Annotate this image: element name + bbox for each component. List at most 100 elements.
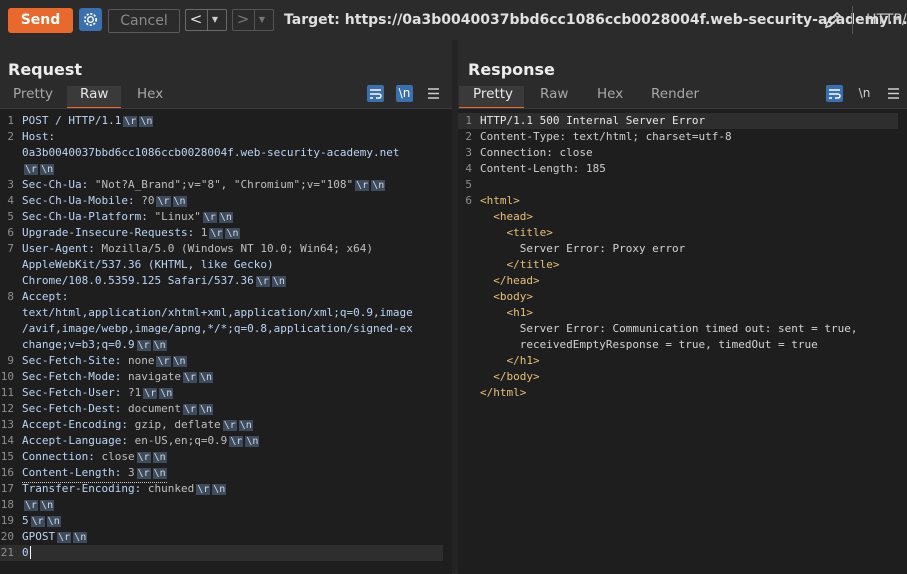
- request-panel: Request Pretty Raw Hex \n 1 POST / HTTP/1…: [0, 40, 452, 574]
- response-line-code: <head>: [480, 210, 533, 223]
- crlf-marker: \n: [152, 340, 167, 351]
- header-name: Accept-Language:: [22, 434, 128, 447]
- newline-icon[interactable]: \n: [396, 85, 413, 102]
- request-line: 1 POST / HTTP/1.1 \r \n: [0, 113, 443, 129]
- crlf-marker: \r: [136, 468, 151, 479]
- menu-icon[interactable]: [425, 85, 442, 102]
- header-name: Sec-Ch-Ua-Platform:: [22, 210, 148, 223]
- menu-icon[interactable]: [885, 85, 902, 102]
- forward-button-group[interactable]: > ▼: [232, 9, 274, 31]
- request-line: AppleWebKit/537.36 (KHTML, like Gecko): [0, 257, 443, 273]
- request-line: 14 Accept-Language: en-US,en;q=0.9 \r \n: [0, 433, 443, 449]
- request-line-code: AppleWebKit/537.36 (KHTML, like Gecko): [22, 257, 274, 273]
- crlf-marker: \r: [143, 388, 158, 399]
- crlf-marker: \r: [136, 340, 151, 351]
- header-value: 1: [194, 226, 208, 239]
- response-tab-raw[interactable]: Raw: [540, 86, 568, 102]
- response-title: Response: [468, 60, 555, 79]
- request-line-code: Accept:: [22, 289, 68, 305]
- forward-button[interactable]: >: [233, 10, 253, 30]
- request-line: 0a3b0040037bbd6cc1086ccb0028004f.web-sec…: [0, 145, 443, 161]
- response-line-code: <title>: [480, 226, 553, 239]
- header-value: Mozilla/5.0 (Windows NT 10.0; Win64; x64…: [94, 242, 374, 255]
- crlf-marker: \n: [199, 404, 214, 415]
- response-tab-pretty[interactable]: Pretty: [473, 86, 513, 102]
- pencil-icon[interactable]: [823, 10, 843, 34]
- crlf-marker: \r: [156, 196, 171, 207]
- request-line-code: Sec-Fetch-Mode: navigate \r \n: [22, 369, 214, 386]
- send-button[interactable]: Send: [8, 8, 73, 33]
- toolbar: Send Cancel < ▼ > ▼ Target: https://0a3b…: [0, 0, 907, 40]
- crlf-marker: \n: [245, 436, 260, 447]
- response-line: 3 Connection: close: [458, 145, 898, 161]
- line-number: 3: [465, 146, 472, 159]
- response-line-code: <html>: [480, 194, 520, 207]
- crlf-marker: \r: [24, 164, 39, 175]
- header-name: Content-Length:: [22, 466, 122, 479]
- response-line-code: HTTP/1.1 500 Internal Server Error: [480, 114, 706, 127]
- response-tab-render[interactable]: Render: [651, 86, 699, 102]
- request-line-code: text/html,application/xhtml+xml,applicat…: [22, 305, 413, 321]
- request-line: /avif,image/webp,image/apng,*/*;q=0.8,ap…: [0, 321, 443, 337]
- request-line: 8 Accept:: [0, 289, 443, 305]
- forward-history-dropdown[interactable]: ▼: [254, 10, 269, 30]
- response-line-code: Connection: close: [480, 146, 593, 159]
- request-line: 12 Sec-Fetch-Dest: document \r \n: [0, 401, 443, 417]
- back-button[interactable]: <: [186, 10, 206, 30]
- back-history-dropdown[interactable]: ▼: [207, 10, 222, 30]
- gear-icon[interactable]: [79, 8, 102, 31]
- request-tab-raw[interactable]: Raw: [80, 86, 108, 102]
- request-line: 13 Accept-Encoding: gzip, deflate \r \n: [0, 417, 443, 433]
- header-value: none: [121, 354, 155, 367]
- header-name: Host:: [22, 130, 56, 143]
- request-line: 10 Sec-Fetch-Mode: navigate \r \n: [0, 369, 443, 385]
- wrap-icon[interactable]: [826, 85, 843, 102]
- response-line-code: <h1>: [480, 306, 533, 319]
- crlf-marker: \n: [40, 500, 55, 511]
- response-line: 2 Content-Type: text/html; charset=utf-8: [458, 129, 898, 145]
- response-line-code: receivedEmptyResponse = true, timedOut =…: [480, 338, 818, 351]
- request-tab-hex[interactable]: Hex: [137, 86, 163, 102]
- header-value: ?1: [121, 386, 142, 399]
- request-line-code: Sec-Ch-Ua-Platform: "Linux" \r \n: [22, 209, 233, 226]
- line-number: 12: [0, 402, 14, 415]
- line-number: 13: [0, 418, 14, 431]
- request-tab-pretty[interactable]: Pretty: [13, 86, 53, 102]
- crlf-marker: \r: [355, 180, 370, 191]
- request-line: 11 Sec-Fetch-User: ?1 \r \n: [0, 385, 443, 401]
- request-line-code: User-Agent: Mozilla/5.0 (Windows NT 10.0…: [22, 241, 373, 257]
- header-value: Chrome/108.0.5359.125 Safari/537.36: [22, 274, 254, 287]
- request-editor[interactable]: 1 POST / HTTP/1.1 \r \n 2 Host: 0a3b0040037bbd…: [0, 108, 452, 574]
- line-number: 14: [0, 434, 14, 447]
- line-number: 4: [7, 194, 14, 207]
- header-name: Sec-Fetch-Site:: [22, 354, 122, 367]
- crlf-marker: \r: [196, 484, 211, 495]
- crlf-marker: \r: [123, 116, 138, 127]
- line-number: 2: [7, 130, 14, 143]
- request-line-code: change;v=b3;q=0.9 \r \n: [22, 337, 167, 354]
- crlf-marker: \r: [229, 436, 244, 447]
- header-name: Sec-Fetch-Mode:: [22, 370, 122, 383]
- protocol-label[interactable]: HTTP/1: [866, 12, 907, 28]
- line-number: 2: [465, 130, 472, 143]
- response-line-code: Server Error: Proxy error: [480, 242, 686, 255]
- response-line: <h1>: [458, 305, 898, 321]
- crlf-marker: \n: [152, 468, 167, 479]
- newline-icon[interactable]: \n: [856, 85, 873, 102]
- response-editor[interactable]: 1 HTTP/1.1 500 Internal Server Error 2 Cont…: [458, 108, 907, 574]
- request-line-code: Sec-Ch-Ua-Mobile: ?0 \r \n: [22, 193, 187, 210]
- header-name: User-Agent:: [22, 242, 95, 255]
- back-button-group[interactable]: < ▼: [185, 9, 227, 31]
- cancel-button[interactable]: Cancel: [108, 9, 180, 33]
- request-line: text/html,application/xhtml+xml,applicat…: [0, 305, 443, 321]
- header-name: Sec-Fetch-Dest:: [22, 402, 122, 415]
- response-line-code: <body>: [480, 290, 533, 303]
- response-tab-hex[interactable]: Hex: [597, 86, 623, 102]
- crlf-marker: \r: [156, 356, 171, 367]
- crlf-marker: \n: [199, 372, 214, 383]
- wrap-icon[interactable]: [367, 85, 384, 102]
- request-line: 17 Transfer-Encoding: chunked \r \n: [0, 481, 443, 497]
- request-line-code: 5 \r \n: [22, 513, 61, 530]
- line-number: 16: [0, 466, 14, 479]
- header-name: Connection:: [22, 450, 95, 463]
